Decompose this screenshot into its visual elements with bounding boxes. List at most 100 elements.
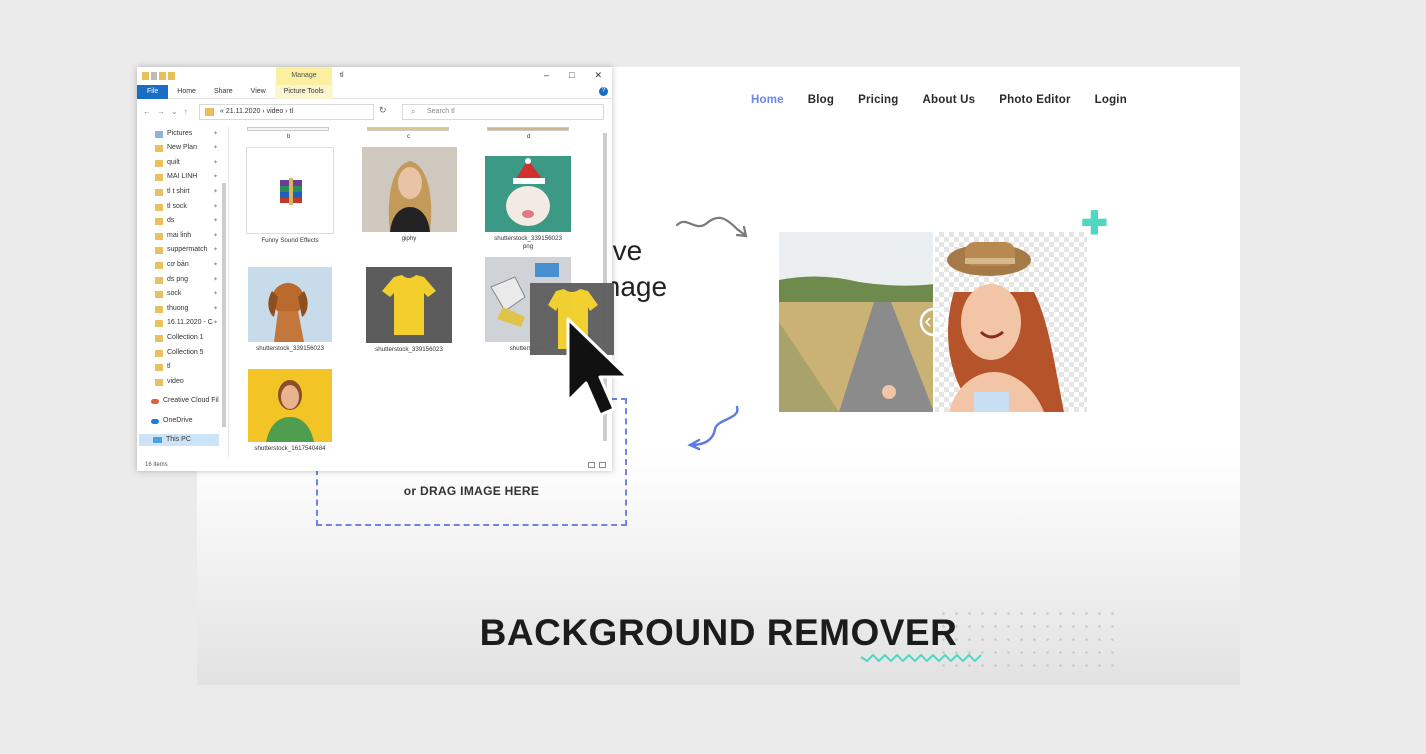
folder-icon <box>155 276 163 284</box>
sidebar-item[interactable]: MAI LINH ✦ <box>155 171 218 183</box>
address-bar[interactable]: « 21.11.2020 › video › tl <box>199 104 374 120</box>
sidebar-item[interactable]: quilt ✦ <box>155 157 218 169</box>
sidebar-item[interactable]: tl <box>155 361 171 373</box>
details-view-icon[interactable] <box>588 462 595 468</box>
status-bar-count: 16 items <box>145 462 168 468</box>
sidebar-scrollbar[interactable] <box>221 131 227 453</box>
explorer-titlebar: Manage tl – □ ✕ <box>137 67 612 85</box>
page-title: BACKGROUND REMOVER <box>479 612 958 653</box>
wave-underline-decoration <box>860 653 982 663</box>
pin-icon: ✦ <box>213 306 219 312</box>
file-item[interactable]: shutterstock_339156023 <box>240 267 340 353</box>
nav-pricing[interactable]: Pricing <box>858 94 898 106</box>
sidebar-item[interactable]: Collection 5 <box>155 347 204 359</box>
folder-icon <box>155 159 163 167</box>
up-arrow-icon[interactable]: ↑ <box>184 107 188 116</box>
tab-file[interactable]: File <box>137 84 169 99</box>
tab-manage[interactable]: Manage <box>276 67 332 85</box>
pin-icon: ✦ <box>213 233 219 239</box>
sidebar-item[interactable]: 16.11.2020 - C ✦ <box>155 317 218 329</box>
sidebar-item[interactable]: suppermatch ✦ <box>155 244 218 256</box>
partial-thumbnail <box>367 127 449 131</box>
folder-icon <box>155 144 163 152</box>
file-name: shutterstock_1617540484 <box>254 445 326 452</box>
pin-icon: ✦ <box>213 204 219 210</box>
sidebar-item-creative-cloud[interactable]: Creative Cloud Fil <box>151 395 219 407</box>
nav-blog[interactable]: Blog <box>808 94 834 106</box>
nav-about-us[interactable]: About Us <box>923 94 976 106</box>
sidebar-item[interactable]: ds ✦ <box>155 215 218 227</box>
folder-icon <box>155 203 163 211</box>
sidebar-item[interactable]: sock ✦ <box>155 288 218 300</box>
sidebar-item-this-pc[interactable]: This PC <box>139 434 219 446</box>
top-navigation: Home Blog Pricing About Us Photo Editor … <box>751 94 1127 106</box>
search-input[interactable]: ⌕ Search tl <box>402 104 604 120</box>
folder-icon <box>155 290 163 298</box>
quick-access-toolbar <box>142 72 175 80</box>
folder-icon <box>155 246 163 254</box>
file-item[interactable]: shutterstock_339156023 png <box>478 147 578 251</box>
folder-icon <box>155 349 163 357</box>
partial-thumbnail <box>487 127 569 131</box>
search-placeholder: Search tl <box>427 108 455 115</box>
golden-retriever-thumb <box>248 267 332 342</box>
file-item[interactable]: shutterstock_339156023 <box>359 267 459 354</box>
winrar-archive-icon <box>246 147 334 234</box>
new-folder-icon[interactable] <box>168 72 175 80</box>
pin-icon: ✦ <box>213 277 219 283</box>
nav-photo-editor[interactable]: Photo Editor <box>999 94 1070 106</box>
sidebar-item[interactable]: tl t shirt ✦ <box>155 186 218 198</box>
nav-home[interactable]: Home <box>751 94 784 106</box>
navigation-pane: Pictures ✦ New Plan ✦ quilt ✦ MAI LINH ✦ tl … <box>137 127 229 457</box>
recent-dropdown-icon[interactable]: ⌄ <box>171 107 178 116</box>
file-name: shutterstock_339156023 <box>256 345 324 352</box>
address-path: « 21.11.2020 › video › tl <box>220 108 294 115</box>
sidebar-item[interactable]: cơ bản ✦ <box>155 259 218 271</box>
window-controls: – □ ✕ <box>544 70 602 81</box>
sidebar-item[interactable]: video <box>155 376 184 388</box>
forward-arrow-icon[interactable]: → <box>157 107 165 116</box>
large-icons-view-icon[interactable] <box>599 462 606 468</box>
maximize-icon[interactable]: □ <box>569 70 574 81</box>
tab-view[interactable]: View <box>242 85 275 99</box>
pin-icon: ✦ <box>213 218 219 224</box>
file-caption: d <box>527 134 531 140</box>
back-arrow-icon[interactable]: ← <box>143 107 151 116</box>
pin-icon: ✦ <box>213 160 219 166</box>
tab-picture-tools[interactable]: Picture Tools <box>274 84 333 99</box>
pin-icon: ✦ <box>213 262 219 268</box>
sidebar-item[interactable]: thuong ✦ <box>155 303 218 315</box>
close-icon[interactable]: ✕ <box>594 70 602 81</box>
before-after-photo[interactable] <box>779 232 1087 412</box>
sidebar-item[interactable]: Pictures ✦ <box>155 128 218 140</box>
tab-share[interactable]: Share <box>205 85 242 99</box>
pin-icon: ✦ <box>213 174 219 180</box>
pictures-icon <box>155 130 163 138</box>
tab-home[interactable]: Home <box>168 85 205 99</box>
file-item[interactable]: Funny Sound Effects <box>240 147 340 245</box>
nav-login[interactable]: Login <box>1095 94 1127 106</box>
folder-icon <box>142 72 149 80</box>
minimize-icon[interactable]: – <box>544 70 549 81</box>
folder-icon <box>205 108 214 116</box>
squiggle-arrow-decoration <box>675 216 748 238</box>
woman-portrait-thumb <box>361 147 457 232</box>
sidebar-item[interactable]: Collection 1 <box>155 332 204 344</box>
pin-icon: ✦ <box>213 189 219 195</box>
file-name: Funny Sound Effects <box>261 237 319 244</box>
sidebar-item[interactable]: New Plan ✦ <box>155 142 218 154</box>
properties-icon[interactable] <box>151 72 157 80</box>
sidebar-item[interactable]: tl sock ✦ <box>155 201 218 213</box>
help-icon[interactable]: ? <box>599 87 608 96</box>
sidebar-item[interactable]: mai linh ✦ <box>155 230 218 242</box>
folder-icon <box>155 217 163 225</box>
refresh-icon[interactable]: ↻ <box>379 105 387 116</box>
pin-icon: ✦ <box>213 291 219 297</box>
folder-icon <box>155 378 163 386</box>
sidebar-item-onedrive[interactable]: OneDrive <box>151 415 193 427</box>
file-item[interactable]: shutterstock_1617540484 <box>240 369 340 453</box>
sidebar-item[interactable]: ds png ✦ <box>155 274 218 286</box>
window-title: tl <box>340 72 344 79</box>
file-item[interactable]: giphy <box>359 147 459 243</box>
view-toggle <box>588 462 606 468</box>
